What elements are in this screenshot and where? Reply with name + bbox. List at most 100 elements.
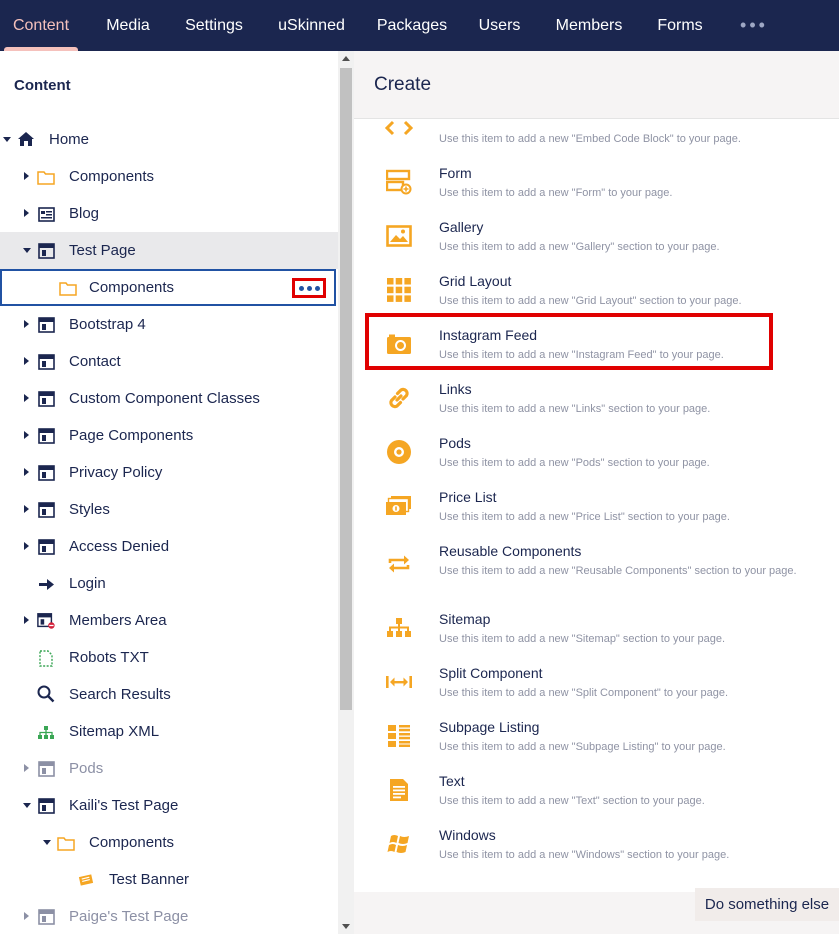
tree-item-bootstrap-4[interactable]: Bootstrap 4 — [0, 306, 338, 343]
nav-tab-settings[interactable]: Settings — [174, 0, 254, 51]
tree-item-paiges-test-page[interactable]: Paige's Test Page — [0, 898, 338, 934]
caret-right-icon[interactable] — [24, 394, 29, 402]
nav-tab-members[interactable]: Members — [544, 0, 634, 51]
tree-item-label: Sitemap XML — [69, 723, 160, 740]
caret-right-icon[interactable] — [24, 505, 29, 513]
caret-right-icon[interactable] — [24, 764, 29, 772]
nav-tab-label: Packages — [376, 16, 448, 34]
caret-down-icon[interactable] — [23, 803, 31, 808]
create-item-gallery[interactable]: Gallery Use this item to add a new "Gall… — [354, 213, 839, 267]
create-item-name: Windows — [439, 827, 496, 843]
tree-item-test-page[interactable]: Test Page — [0, 232, 338, 269]
panel-title: Create — [374, 74, 432, 95]
nav-tab-packages[interactable]: Packages — [369, 0, 455, 51]
create-item-text[interactable]: Text Use this item to add a new "Text" s… — [354, 767, 839, 821]
tree-item-test-banner[interactable]: Test Banner — [0, 861, 338, 898]
scrollbar-thumb[interactable] — [340, 68, 352, 710]
create-item-description: Use this item to add a new "Split Compon… — [439, 687, 729, 699]
instagram-feed-highlight-box — [365, 313, 773, 370]
create-item-pods[interactable]: Pods Use this item to add a new "Pods" s… — [354, 429, 839, 483]
tree-item-sitemap-xml[interactable]: Sitemap XML — [0, 713, 338, 750]
tree-item-label: Components — [69, 168, 155, 185]
tree-item-blog[interactable]: Blog — [0, 195, 338, 232]
nav-tab-label: uSkinned — [278, 16, 345, 34]
caret-right-icon[interactable] — [24, 542, 29, 550]
do-something-else-button[interactable]: Do something else — [695, 888, 839, 921]
create-item-price-list[interactable]: Price List Use this item to add a new "P… — [354, 483, 839, 537]
tree-item-label: Members Area — [69, 612, 167, 629]
tree-item-home[interactable]: Home — [0, 121, 338, 158]
create-item-subpage-listing[interactable]: Subpage Listing Use this item to add a n… — [354, 713, 839, 767]
tree-item-pods[interactable]: Pods — [0, 750, 338, 787]
nav-tab-label: Users — [478, 16, 521, 34]
tree-item-members-area[interactable]: Members Area — [0, 602, 338, 639]
caret-right-icon[interactable] — [24, 616, 29, 624]
create-item-reusable-components[interactable]: Reusable Components Use this item to add… — [354, 537, 839, 605]
panel-header: Create — [354, 51, 839, 119]
caret-right-icon[interactable] — [24, 320, 29, 328]
nav-tab-label: Settings — [185, 16, 243, 34]
nav-tab-content[interactable]: Content — [0, 0, 82, 51]
scroll-up-icon[interactable] — [342, 56, 350, 61]
tree-item-label: Paige's Test Page — [69, 908, 189, 925]
create-item-sitemap[interactable]: Sitemap Use this item to add a new "Site… — [354, 605, 839, 659]
tree-item-privacy-policy[interactable]: Privacy Policy — [0, 454, 338, 491]
tree-item-search-results[interactable]: Search Results — [0, 676, 338, 713]
create-item-windows[interactable]: Windows Use this item to add a new "Wind… — [354, 821, 839, 875]
create-item-split-component[interactable]: Split Component Use this item to add a n… — [354, 659, 839, 713]
create-item-description: Use this item to add a new "Reusable Com… — [439, 565, 797, 577]
nav-tab-uskinned[interactable]: uSkinned — [254, 0, 369, 51]
create-item-description: Use this item to add a new "Links" secti… — [439, 403, 711, 415]
nav-tab-label: Content — [12, 16, 70, 34]
caret-right-icon[interactable] — [24, 209, 29, 217]
create-item-name: Subpage Listing — [439, 719, 540, 735]
tree-item-label: Pods — [69, 760, 104, 777]
tree-item-styles[interactable]: Styles — [0, 491, 338, 528]
caret-right-icon[interactable] — [24, 431, 29, 439]
tree-item-label: Privacy Policy — [69, 464, 163, 481]
caret-down-icon[interactable] — [23, 248, 31, 253]
tree-item-contact[interactable]: Contact — [0, 343, 338, 380]
tree-item-kailis-test-page[interactable]: Kaili's Test Page — [0, 787, 338, 824]
caret-down-icon[interactable] — [3, 137, 11, 142]
node-actions-button[interactable] — [292, 278, 326, 298]
create-item-description: Use this item to add a new "Text" sectio… — [439, 795, 705, 807]
nav-tab-users[interactable]: Users — [455, 0, 544, 51]
tree-item-kailis-components[interactable]: Components — [0, 824, 338, 861]
create-item-description: Use this item to add a new "Price List" … — [439, 511, 730, 523]
tree-item-login[interactable]: Login — [0, 565, 338, 602]
nav-tab-label: Media — [106, 16, 150, 34]
nav-tab-forms[interactable]: Forms — [634, 0, 726, 51]
nav-tab-media[interactable]: Media — [82, 0, 174, 51]
caret-right-icon[interactable] — [24, 357, 29, 365]
content-tree-sidebar: Content Home Components Blog Test Page C… — [0, 51, 338, 934]
page-icon — [37, 908, 55, 926]
tree-item-components[interactable]: Components — [0, 158, 338, 195]
tree-item-robots-txt[interactable]: Robots TXT — [0, 639, 338, 676]
file-icon — [37, 649, 55, 667]
scroll-down-icon[interactable] — [342, 924, 350, 929]
create-item-description: Use this item to add a new "Windows" sec… — [439, 849, 730, 861]
restricted-page-icon — [37, 612, 55, 630]
tree-item-page-components[interactable]: Page Components — [0, 417, 338, 454]
create-item-description: Use this item to add a new "Subpage List… — [439, 741, 726, 753]
tree-item-components-current[interactable]: Components — [0, 269, 336, 306]
text-icon — [384, 775, 414, 805]
caret-down-icon[interactable] — [43, 840, 51, 845]
sidebar-scrollbar[interactable] — [338, 51, 354, 934]
create-item-name: Split Component — [439, 665, 543, 681]
create-item-form[interactable]: Form Use this item to add a new "Form" t… — [354, 159, 839, 213]
tree-item-custom-component-classes[interactable]: Custom Component Classes — [0, 380, 338, 417]
create-item-embed-code-block[interactable]: Use this item to add a new "Embed Code B… — [354, 119, 839, 159]
blog-icon — [37, 205, 55, 223]
tree-item-label: Test Page — [69, 242, 136, 259]
create-item-links[interactable]: Links Use this item to add a new "Links"… — [354, 375, 839, 429]
caret-right-icon[interactable] — [24, 912, 29, 920]
caret-right-icon[interactable] — [24, 468, 29, 476]
nav-more-button[interactable]: ••• — [726, 0, 782, 51]
caret-right-icon[interactable] — [24, 172, 29, 180]
tree-item-access-denied[interactable]: Access Denied — [0, 528, 338, 565]
nav-tab-label: Forms — [657, 16, 703, 34]
create-item-name: Sitemap — [439, 611, 491, 627]
windows-icon — [384, 829, 414, 859]
